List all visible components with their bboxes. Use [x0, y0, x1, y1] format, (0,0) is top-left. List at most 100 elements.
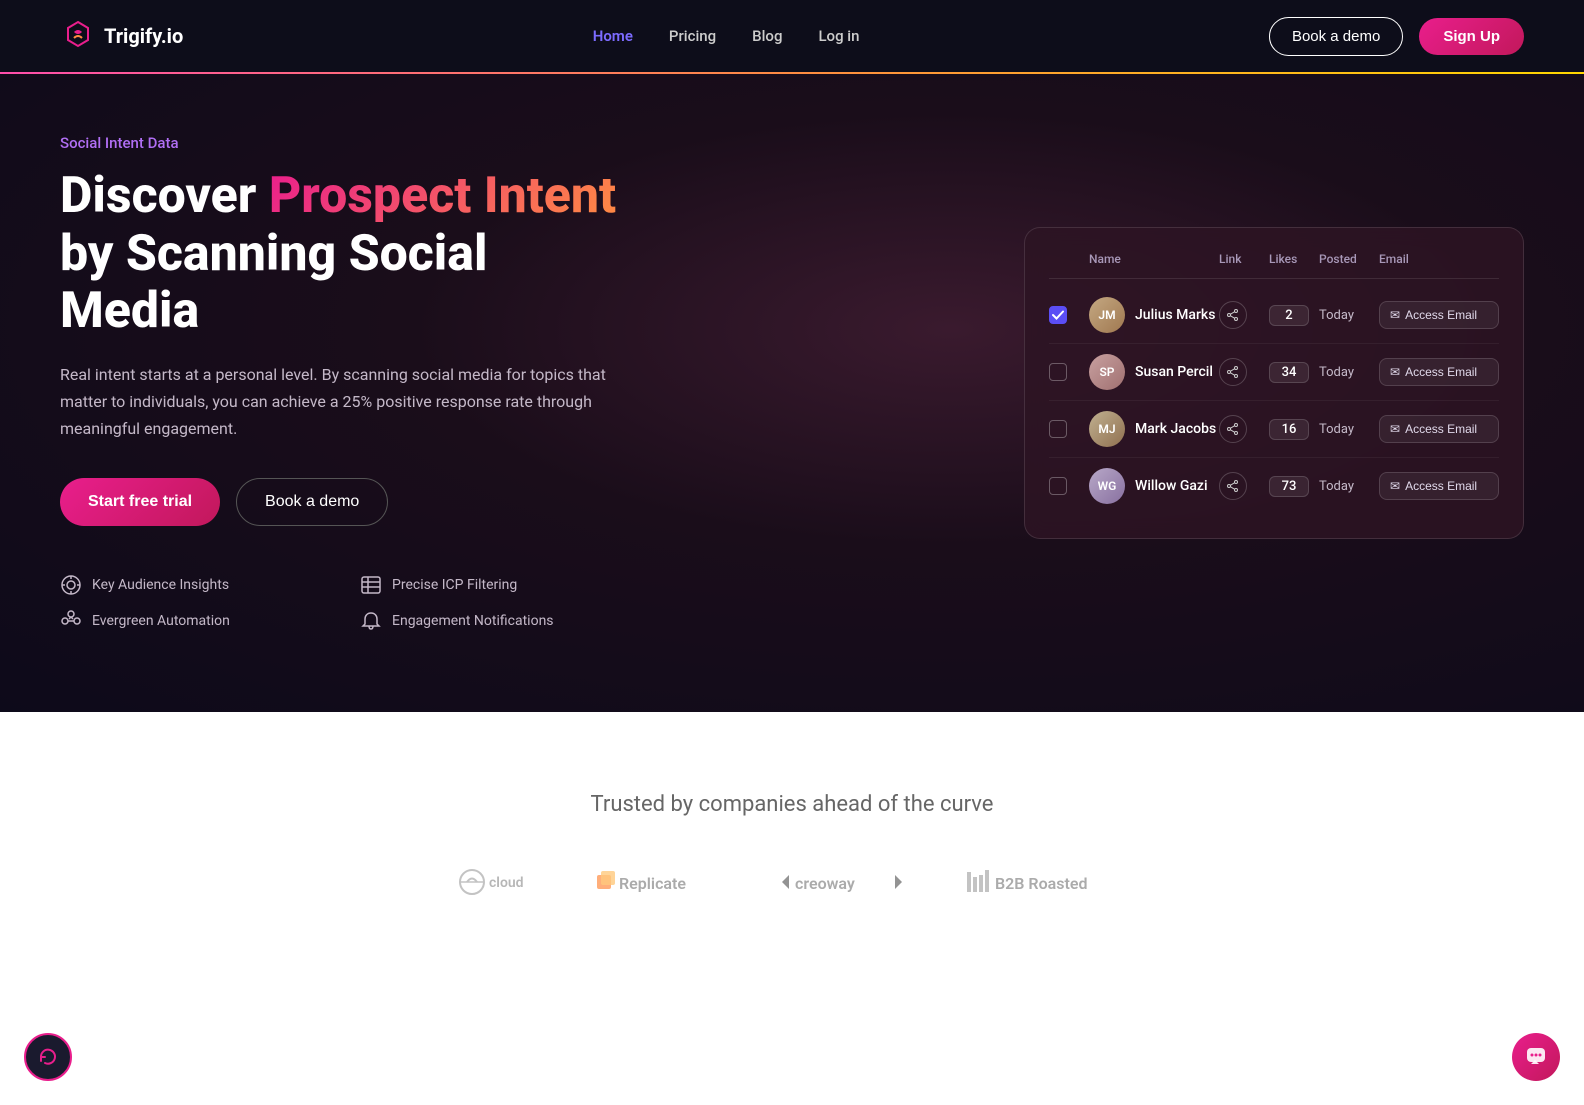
trusted-logo-b2broasted: B2B Roasted — [967, 867, 1127, 901]
th-link: Link — [1219, 252, 1269, 266]
hero-description: Real intent starts at a personal level. … — [60, 361, 620, 443]
name-julius: Julius Marks — [1135, 307, 1215, 323]
svg-text:B2B Roasted: B2B Roasted — [995, 874, 1087, 893]
hero-title: Discover Prospect Intent by Scanning Soc… — [60, 168, 620, 341]
feature-automation-label: Evergreen Automation — [92, 613, 230, 629]
th-posted: Posted — [1319, 252, 1379, 266]
nav-book-demo-button[interactable]: Book a demo — [1269, 17, 1403, 56]
audience-insights-icon — [60, 574, 82, 596]
chat-icon — [1525, 1046, 1547, 1068]
trusted-logo-1: cloud — [457, 867, 537, 901]
start-free-trial-button[interactable]: Start free trial — [60, 478, 220, 526]
likes-julius: 2 — [1269, 305, 1309, 326]
replicate-logo-icon: Replicate — [597, 867, 717, 897]
access-email-susan[interactable]: ✉ Access Email — [1379, 358, 1499, 386]
refresh-icon — [37, 1046, 59, 1068]
access-email-mark[interactable]: ✉ Access Email — [1379, 415, 1499, 443]
trusted-logo-creoway: creoway — [777, 867, 907, 901]
row-name-mark: MJ Mark Jacobs — [1089, 411, 1219, 447]
nav-links: Home Pricing Blog Log in — [593, 27, 860, 45]
posted-willow: Today — [1319, 479, 1379, 494]
share-button-mark[interactable] — [1219, 415, 1247, 443]
avatar-willow: WG — [1089, 468, 1125, 504]
hero-section: Social Intent Data Discover Prospect Int… — [0, 74, 1584, 712]
logo-icon — [60, 18, 96, 54]
feature-filtering-label: Precise ICP Filtering — [392, 577, 517, 593]
avatar-susan: SP — [1089, 354, 1125, 390]
feature-insights-label: Key Audience Insights — [92, 577, 229, 593]
posted-mark: Today — [1319, 422, 1379, 437]
hero-title-highlight: Prospect Intent — [269, 167, 616, 225]
hero-visual: Name Link Likes Posted Email JM Julius M — [620, 227, 1524, 539]
trusted-section: Trusted by companies ahead of the curve … — [0, 712, 1584, 941]
share-button-susan[interactable] — [1219, 358, 1247, 386]
trusted-logo-replicate: Replicate — [597, 867, 717, 901]
table-row: JM Julius Marks 2 Today ✉ — [1049, 287, 1499, 344]
share-button-julius[interactable] — [1219, 301, 1247, 329]
chat-bubble-button[interactable] — [1512, 1033, 1560, 1081]
email-icon-small: ✉ — [1390, 479, 1400, 493]
trusted-title: Trusted by companies ahead of the curve — [60, 792, 1524, 817]
share-icon — [1227, 309, 1239, 321]
trusted-logos: cloud Replicate creoway B2B Roas — [60, 867, 1524, 901]
name-willow: Willow Gazi — [1135, 478, 1208, 494]
automation-icon — [60, 610, 82, 632]
feature-notifications-label: Engagement Notifications — [392, 613, 554, 629]
nav-link-blog[interactable]: Blog — [752, 27, 782, 45]
icp-filtering-icon — [360, 574, 382, 596]
table-row: MJ Mark Jacobs 16 Today ✉ — [1049, 401, 1499, 458]
hero-tag: Social Intent Data — [60, 134, 620, 152]
logo[interactable]: Trigify.io — [60, 18, 183, 54]
feature-filtering: Precise ICP Filtering — [360, 574, 620, 596]
posted-susan: Today — [1319, 365, 1379, 380]
hero-features: Key Audience Insights Precise ICP Filter… — [60, 574, 620, 632]
th-likes: Likes — [1269, 252, 1319, 266]
access-email-julius[interactable]: ✉ Access Email — [1379, 301, 1499, 329]
name-susan: Susan Percil — [1135, 364, 1213, 380]
check-icon — [1052, 310, 1064, 320]
share-button-willow[interactable] — [1219, 472, 1247, 500]
feature-insights: Key Audience Insights — [60, 574, 320, 596]
nav-link-login[interactable]: Log in — [818, 27, 859, 45]
svg-text:cloud: cloud — [489, 875, 524, 891]
notifications-icon — [360, 610, 382, 632]
prospect-card: Name Link Likes Posted Email JM Julius M — [1024, 227, 1524, 539]
row-checkbox-mark[interactable] — [1049, 420, 1067, 438]
hero-title-part1: Discover — [60, 167, 269, 225]
email-icon-small: ✉ — [1390, 365, 1400, 379]
posted-julius: Today — [1319, 308, 1379, 323]
th-email: Email — [1379, 252, 1499, 266]
row-name-julius: JM Julius Marks — [1089, 297, 1219, 333]
nav-signup-button[interactable]: Sign Up — [1419, 18, 1524, 55]
logo-text: Trigify.io — [104, 24, 183, 48]
hero-content: Social Intent Data Discover Prospect Int… — [60, 134, 620, 632]
hero-title-part2: by Scanning Social Media — [60, 225, 487, 341]
likes-willow: 73 — [1269, 476, 1309, 497]
company1-logo-icon: cloud — [457, 867, 537, 897]
svg-text:creoway: creoway — [795, 874, 855, 893]
bottom-left-button[interactable] — [24, 1033, 72, 1081]
b2broasted-logo-icon: B2B Roasted — [967, 867, 1127, 897]
nav-link-pricing[interactable]: Pricing — [669, 27, 716, 45]
row-checkbox-susan[interactable] — [1049, 363, 1067, 381]
svg-text:Replicate: Replicate — [619, 874, 686, 893]
share-icon — [1227, 366, 1239, 378]
table-row: WG Willow Gazi 73 Today ✉ — [1049, 458, 1499, 514]
row-checkbox-willow[interactable] — [1049, 477, 1067, 495]
book-demo-button[interactable]: Book a demo — [236, 478, 388, 526]
row-checkbox-julius[interactable] — [1049, 306, 1067, 324]
row-name-susan: SP Susan Percil — [1089, 354, 1219, 390]
email-icon-small: ✉ — [1390, 308, 1400, 322]
feature-notifications: Engagement Notifications — [360, 610, 620, 632]
avatar-julius: JM — [1089, 297, 1125, 333]
likes-susan: 34 — [1269, 362, 1309, 383]
name-mark: Mark Jacobs — [1135, 421, 1216, 437]
share-icon — [1227, 423, 1239, 435]
email-icon-small: ✉ — [1390, 422, 1400, 436]
row-name-willow: WG Willow Gazi — [1089, 468, 1219, 504]
avatar-mark: MJ — [1089, 411, 1125, 447]
navbar-actions: Book a demo Sign Up — [1269, 17, 1524, 56]
navbar: Trigify.io Home Pricing Blog Log in Book… — [0, 0, 1584, 72]
nav-link-home[interactable]: Home — [593, 27, 633, 45]
access-email-willow[interactable]: ✉ Access Email — [1379, 472, 1499, 500]
